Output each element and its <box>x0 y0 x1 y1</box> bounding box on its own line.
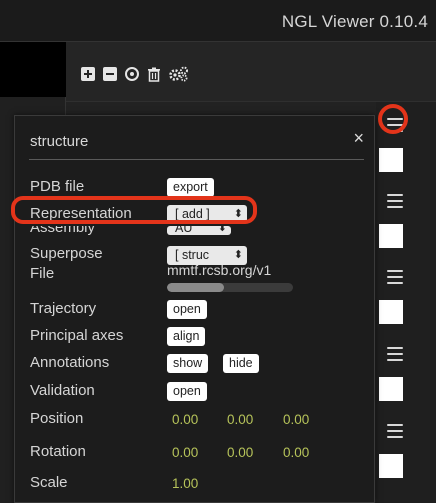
trajectory-label: Trajectory <box>30 300 97 317</box>
position-x[interactable]: 0.00 <box>172 412 198 427</box>
scale-label: Scale <box>30 474 68 491</box>
trash-icon[interactable] <box>146 66 162 82</box>
rotation-x[interactable]: 0.00 <box>172 445 198 460</box>
file-url: mmtf.rcsb.org/v1 <box>167 262 272 278</box>
viewport-thumbnail <box>0 42 66 97</box>
menu-icon[interactable] <box>387 194 403 208</box>
structure-panel: structure × PDB file export Representati… <box>11 115 375 503</box>
scale-value[interactable]: 1.00 <box>172 476 198 491</box>
panel-title: structure <box>30 133 89 150</box>
validation-label: Validation <box>30 382 95 399</box>
component-swatch[interactable] <box>379 454 403 478</box>
menu-icon[interactable] <box>387 424 403 438</box>
toolbar <box>66 42 436 102</box>
principal-axes-label: Principal axes <box>30 327 124 344</box>
plus-square-icon[interactable] <box>80 66 96 82</box>
menu-icon[interactable] <box>387 270 403 284</box>
file-progress-fill <box>167 283 224 292</box>
gears-icon[interactable] <box>168 66 190 82</box>
export-button[interactable]: export <box>167 178 214 197</box>
rotation-label: Rotation <box>30 443 86 460</box>
rotation-y[interactable]: 0.00 <box>227 445 253 460</box>
position-z[interactable]: 0.00 <box>283 412 309 427</box>
menu-highlight-annotation <box>378 104 408 134</box>
close-icon[interactable]: × <box>353 128 364 149</box>
component-list <box>376 102 436 503</box>
annotations-show-button[interactable]: show <box>167 354 209 373</box>
file-progress-bar <box>167 283 293 292</box>
top-bar: NGL Viewer 0.10.4 <box>0 0 436 42</box>
minus-square-icon[interactable] <box>102 66 118 82</box>
app-title: NGL Viewer 0.10.4 <box>281 12 428 31</box>
position-y[interactable]: 0.00 <box>227 412 253 427</box>
rotation-z[interactable]: 0.00 <box>283 445 309 460</box>
component-swatch[interactable] <box>379 148 403 172</box>
align-button[interactable]: align <box>167 327 206 346</box>
annotations-label: Annotations <box>30 354 110 371</box>
superpose-label: Superpose <box>30 245 103 262</box>
representation-highlight-annotation <box>11 196 257 224</box>
trajectory-open-button[interactable]: open <box>167 300 207 319</box>
annotations-hide-button[interactable]: hide <box>223 354 259 373</box>
pdb-file-label: PDB file <box>30 178 85 195</box>
target-icon[interactable] <box>124 66 140 82</box>
component-swatch[interactable] <box>379 224 403 248</box>
menu-icon[interactable] <box>387 347 403 361</box>
file-label: File <box>30 265 55 282</box>
validation-open-button[interactable]: open <box>167 382 207 401</box>
assembly-label: Assembly <box>30 226 96 235</box>
panel-divider <box>29 159 364 160</box>
position-label: Position <box>30 410 84 427</box>
assembly-select[interactable]: AU <box>167 226 231 235</box>
component-swatch[interactable] <box>379 300 403 324</box>
component-swatch[interactable] <box>379 377 403 401</box>
